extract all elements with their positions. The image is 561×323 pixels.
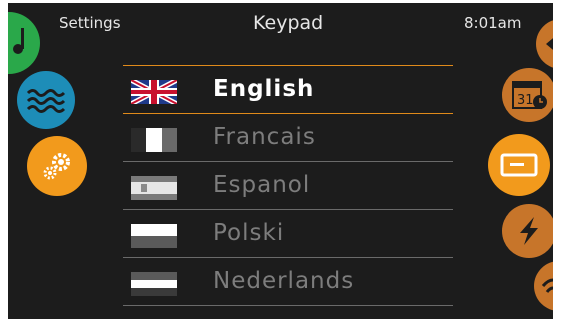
language-item-francais[interactable]: Francais	[123, 114, 453, 162]
spain-flag-icon	[131, 176, 177, 200]
wifi-nav-button[interactable]	[534, 261, 553, 311]
language-item-espanol[interactable]: Espanol	[123, 162, 453, 210]
arrow-icon	[546, 38, 553, 50]
water-nav-button[interactable]	[17, 71, 75, 129]
schedule-nav-button[interactable]: 31	[502, 68, 553, 122]
settings-gears-icon	[43, 153, 70, 180]
power-nav-button[interactable]	[502, 204, 553, 258]
settings-label[interactable]: Settings	[59, 14, 121, 32]
back-nav-button[interactable]	[536, 19, 553, 69]
language-item-english[interactable]: English	[123, 65, 453, 114]
language-list: English Francais Espanol Polski Nederlan…	[123, 65, 453, 306]
lightning-bolt-icon	[520, 217, 538, 245]
water-waves-icon	[26, 89, 66, 113]
calendar-clock-icon: 31	[512, 81, 547, 109]
music-note-icon	[13, 28, 24, 54]
clock: 8:01am	[464, 14, 522, 32]
uk-flag-icon	[131, 80, 177, 104]
language-label: English	[213, 76, 315, 102]
netherlands-flag-icon	[131, 272, 177, 296]
keypad-nav-button[interactable]	[488, 134, 550, 196]
language-label: Nederlands	[213, 268, 355, 294]
music-nav-button[interactable]	[8, 12, 40, 74]
language-label: Francais	[213, 124, 316, 150]
language-label: Espanol	[213, 172, 311, 198]
language-item-polski[interactable]: Polski	[123, 210, 453, 258]
france-flag-icon	[131, 128, 177, 152]
language-label: Polski	[213, 220, 285, 246]
keypad-icon	[500, 153, 538, 177]
wifi-icon	[541, 278, 553, 293]
poland-flag-icon	[131, 224, 177, 248]
top-bar: Settings Keypad 8:01am	[8, 3, 553, 43]
page-title: Keypad	[253, 12, 324, 34]
language-item-nederlands[interactable]: Nederlands	[123, 258, 453, 306]
keypad-screen: Settings Keypad 8:01am 31 English Franca…	[8, 3, 553, 319]
svg-text:31: 31	[517, 93, 534, 108]
settings-nav-button[interactable]	[27, 136, 87, 196]
